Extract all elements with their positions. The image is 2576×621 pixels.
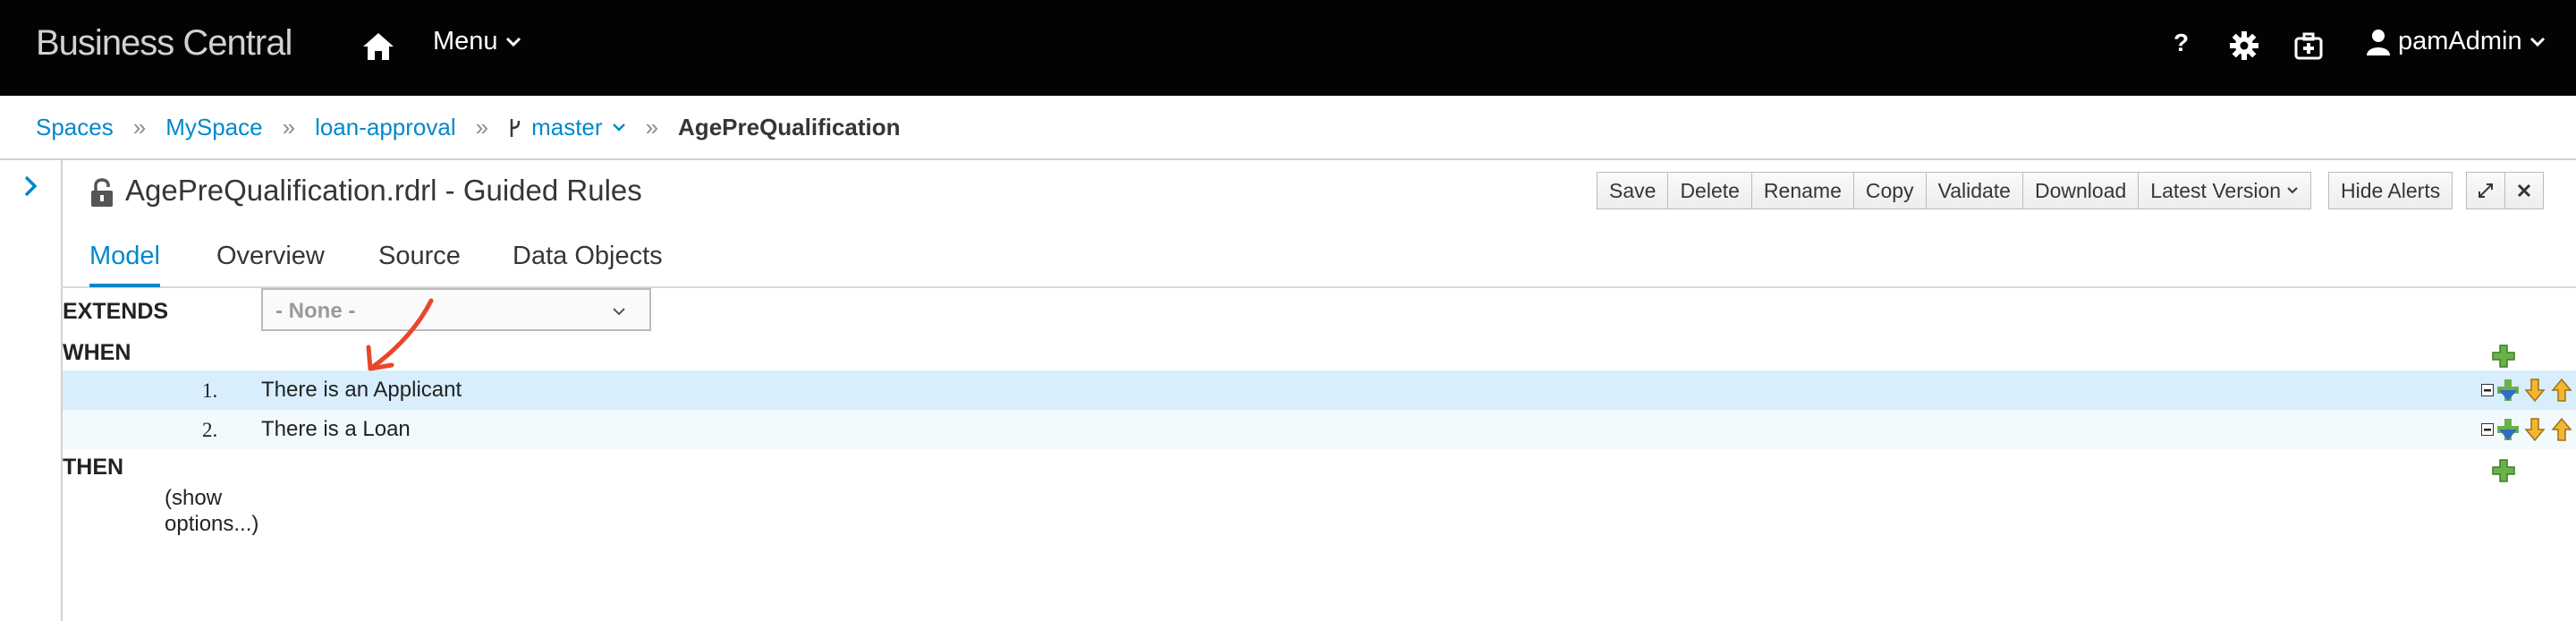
chevron-down-icon <box>612 123 625 132</box>
chevron-right-icon[interactable] <box>21 174 39 198</box>
breadcrumb-separator: » <box>475 114 489 140</box>
annotation-arrow-icon <box>366 298 434 371</box>
breadcrumb-project[interactable]: loan-approval <box>315 114 456 141</box>
brand-logo[interactable]: Business Central <box>36 23 292 64</box>
condition-row[interactable]: 2. There is a Loan <box>63 410 2576 449</box>
home-icon[interactable] <box>361 31 395 62</box>
breadcrumb: Spaces » MySpace » loan-approval » maste… <box>36 114 901 141</box>
breadcrumb-separator: » <box>132 114 147 140</box>
extends-label: EXTENDS <box>63 299 169 324</box>
chevron-down-icon <box>613 308 625 316</box>
move-down-icon[interactable] <box>2522 417 2547 442</box>
editor-title: AgePreQualification.rdrl - Guided Rules <box>125 174 642 207</box>
delete-button[interactable]: Delete <box>1667 172 1752 209</box>
lock-icon <box>91 178 113 207</box>
menu-dropdown[interactable]: Menu <box>433 27 521 56</box>
breadcrumb-current: AgePreQualification <box>678 114 901 140</box>
hide-alerts-button[interactable]: Hide Alerts <box>2328 172 2453 209</box>
insert-below-icon[interactable] <box>2496 417 2521 442</box>
extends-select[interactable]: - None - <box>261 288 651 331</box>
condition-tools <box>2481 417 2574 442</box>
top-navbar: Business Central Menu ? pamAdmin <box>0 0 2576 96</box>
user-icon <box>2367 29 2390 55</box>
tab-data-objects[interactable]: Data Objects <box>513 242 663 284</box>
condition-text[interactable]: There is a Loan <box>261 417 411 442</box>
tab-source[interactable]: Source <box>378 242 461 284</box>
breadcrumb-myspace[interactable]: MySpace <box>165 114 262 141</box>
expand-icon <box>2479 183 2493 198</box>
remove-icon[interactable] <box>2481 423 2494 436</box>
editor-tabs: Model Overview Source Data Objects <box>61 229 2576 288</box>
latest-version-dropdown[interactable]: Latest Version <box>2138 172 2312 209</box>
briefcase-icon[interactable] <box>2293 30 2324 61</box>
branch-name: master <box>531 114 603 140</box>
close-button[interactable] <box>2504 172 2544 209</box>
show-options-link[interactable]: (show options...) <box>165 485 272 537</box>
save-button[interactable]: Save <box>1597 172 1669 209</box>
tab-model[interactable]: Model <box>89 242 160 287</box>
add-condition-icon[interactable] <box>2491 344 2516 369</box>
insert-below-icon[interactable] <box>2496 378 2521 403</box>
breadcrumb-separator: » <box>645 114 659 140</box>
latest-version-label: Latest Version <box>2150 178 2282 202</box>
gear-icon[interactable] <box>2229 30 2259 61</box>
condition-row[interactable]: 1. There is an Applicant <box>63 370 2576 410</box>
tab-overview[interactable]: Overview <box>216 242 325 284</box>
add-action-icon[interactable] <box>2491 458 2516 483</box>
condition-tools <box>2481 378 2574 403</box>
condition-text[interactable]: There is an Applicant <box>261 378 462 403</box>
user-name: pamAdmin <box>2398 27 2522 55</box>
alerts-toolbar: Hide Alerts <box>2328 172 2453 211</box>
condition-number: 2. <box>202 419 218 441</box>
help-icon[interactable]: ? <box>2174 29 2189 57</box>
window-toolbar <box>2466 172 2544 211</box>
move-down-icon[interactable] <box>2522 378 2547 403</box>
move-up-icon[interactable] <box>2549 417 2574 442</box>
chevron-down-icon <box>505 37 521 47</box>
then-label: THEN <box>63 455 124 480</box>
breadcrumb-spaces[interactable]: Spaces <box>36 114 114 141</box>
breadcrumb-separator: » <box>282 114 296 140</box>
copy-button[interactable]: Copy <box>1852 172 1927 209</box>
chevron-down-icon <box>2529 37 2545 47</box>
when-label: WHEN <box>63 340 131 365</box>
editor-toolbar: Save Delete Rename Copy Validate Downloa… <box>1597 172 2312 211</box>
branch-icon <box>510 118 521 137</box>
close-icon <box>2517 183 2531 198</box>
remove-icon[interactable] <box>2481 384 2494 396</box>
user-menu[interactable]: pamAdmin <box>2366 27 2546 56</box>
validate-button[interactable]: Validate <box>1925 172 2023 209</box>
maximize-button[interactable] <box>2466 172 2505 209</box>
extends-value: - None - <box>275 299 356 323</box>
move-up-icon[interactable] <box>2549 378 2574 403</box>
project-explorer-panel <box>0 160 63 621</box>
chevron-down-icon <box>2287 187 2298 194</box>
breadcrumb-bar: Spaces » MySpace » loan-approval » maste… <box>0 96 2576 160</box>
condition-number: 1. <box>202 379 218 402</box>
rename-button[interactable]: Rename <box>1750 172 1854 209</box>
branch-selector[interactable]: master <box>508 114 625 141</box>
menu-label: Menu <box>433 27 498 55</box>
download-button[interactable]: Download <box>2021 172 2140 209</box>
